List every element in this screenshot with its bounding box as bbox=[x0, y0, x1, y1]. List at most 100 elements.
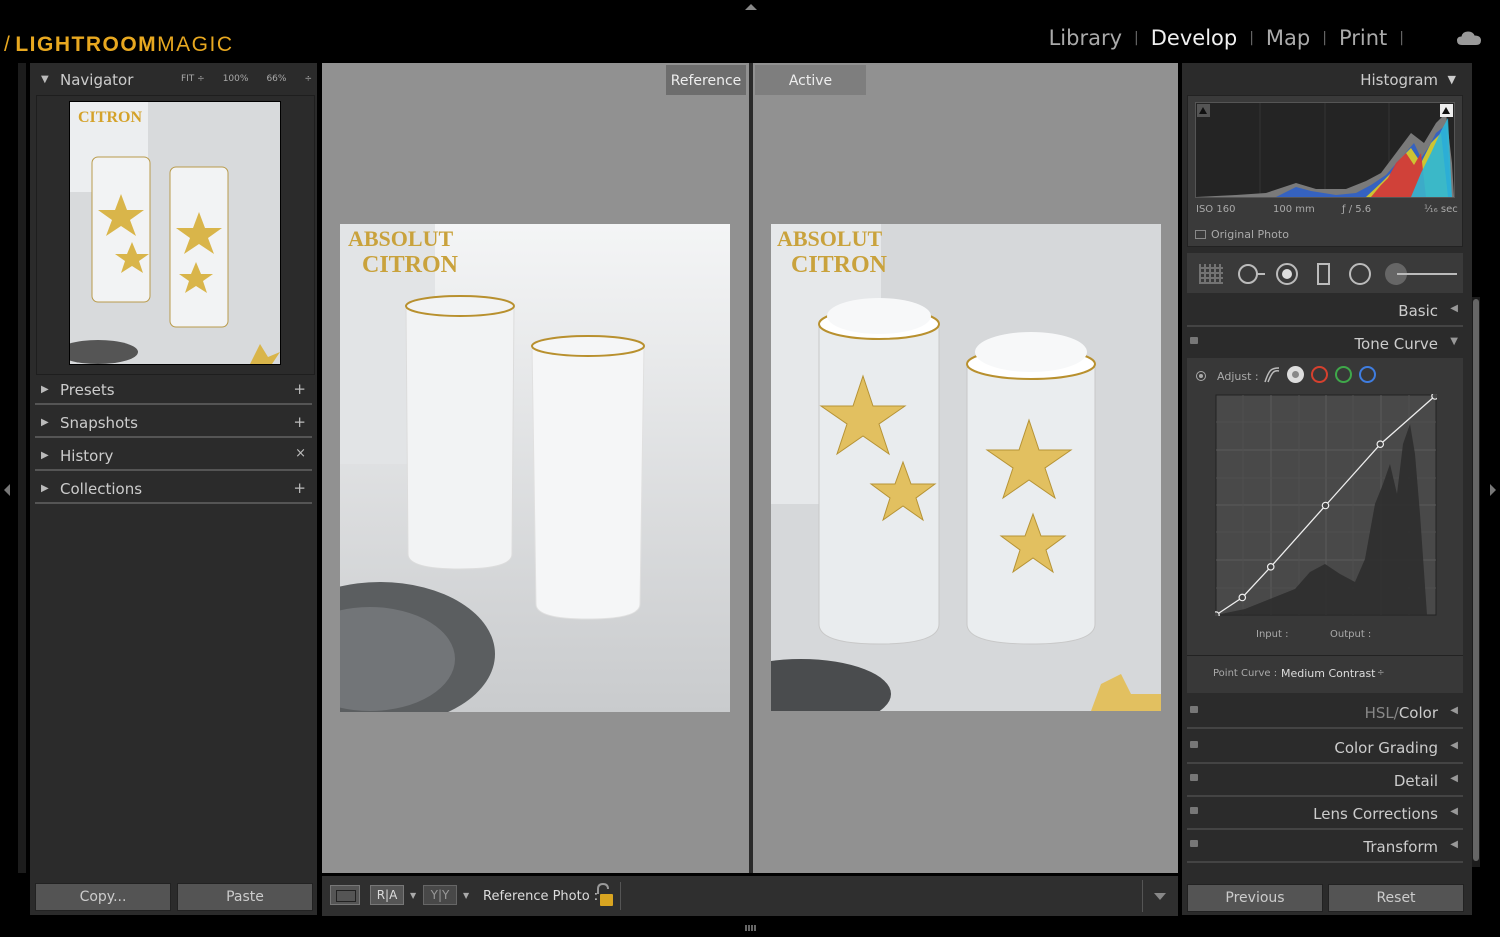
zoom-fit[interactable]: FIT ÷ bbox=[181, 74, 205, 84]
yy-dropdown-icon[interactable]: ▼ bbox=[463, 891, 469, 900]
rgb-channel-icon[interactable] bbox=[1287, 366, 1304, 383]
paste-button[interactable]: Paste bbox=[177, 883, 313, 911]
expand-triangle-icon: ▶ bbox=[41, 417, 49, 428]
panel-color-grading[interactable]: Color Grading ◀ bbox=[1187, 732, 1463, 764]
clear-history-icon[interactable]: × bbox=[295, 446, 306, 461]
add-snapshot-icon[interactable]: + bbox=[293, 413, 306, 431]
loupe-view-icon[interactable] bbox=[330, 885, 360, 905]
toolbar-menu-icon[interactable] bbox=[1154, 893, 1166, 900]
copy-button[interactable]: Copy... bbox=[35, 883, 171, 911]
crop-overlay-icon[interactable] bbox=[1199, 264, 1223, 284]
highlight-clipping-toggle[interactable] bbox=[1440, 104, 1453, 117]
expand-triangle-icon: ▶ bbox=[41, 450, 49, 461]
panel-switch[interactable] bbox=[1190, 840, 1198, 847]
svg-text:ABSOLUT: ABSOLUT bbox=[348, 226, 453, 251]
tone-curve-point[interactable] bbox=[1321, 501, 1330, 510]
tool-strip bbox=[1187, 253, 1463, 293]
tone-curve-point[interactable] bbox=[1376, 440, 1385, 448]
cloud-icon[interactable] bbox=[1456, 30, 1482, 46]
right-panel-scroll-thumb[interactable] bbox=[1473, 299, 1479, 861]
svg-text:ABSOLUT: ABSOLUT bbox=[777, 226, 882, 251]
tone-curve-point[interactable] bbox=[1266, 563, 1275, 571]
reference-photo[interactable]: ABSOLUT CITRON bbox=[340, 224, 730, 712]
panel-history[interactable]: ▶ History × bbox=[35, 441, 312, 471]
radial-filter-icon[interactable] bbox=[1349, 263, 1371, 285]
navigator-zoom-options: FIT ÷ 100% 66% ÷ bbox=[181, 74, 312, 84]
panel-presets[interactable]: ▶ Presets + bbox=[35, 375, 312, 405]
reset-button[interactable]: Reset bbox=[1328, 884, 1464, 912]
blue-channel-icon[interactable] bbox=[1359, 366, 1376, 383]
filmstrip-toggle-icon[interactable] bbox=[745, 925, 757, 931]
panel-basic[interactable]: Basic ◀ bbox=[1187, 295, 1463, 327]
output-label: Output : bbox=[1330, 629, 1372, 640]
tone-curve-point[interactable] bbox=[1215, 611, 1220, 616]
expand-triangle-icon: ◀ bbox=[1450, 806, 1458, 817]
add-preset-icon[interactable]: + bbox=[293, 380, 306, 398]
histogram-graph bbox=[1195, 102, 1455, 198]
panel-switch[interactable] bbox=[1190, 706, 1198, 713]
expand-triangle-icon: ◀ bbox=[1450, 705, 1458, 716]
left-footer: Copy... Paste bbox=[30, 873, 317, 915]
tone-curve-graph[interactable] bbox=[1215, 394, 1437, 616]
before-after-view-button[interactable]: Y|Y bbox=[423, 885, 457, 905]
shutter-value: ¹⁄₁₆ sec bbox=[1424, 204, 1458, 215]
red-eye-icon[interactable] bbox=[1276, 263, 1298, 285]
left-panel-toggle-icon[interactable] bbox=[4, 484, 10, 496]
reference-active-view-button[interactable]: R|A bbox=[370, 885, 404, 905]
top-panel-toggle-icon[interactable] bbox=[745, 4, 757, 10]
masking-icon[interactable] bbox=[1317, 263, 1330, 285]
panel-snapshots[interactable]: ▶ Snapshots + bbox=[35, 408, 312, 438]
expand-triangle-icon: ◀ bbox=[1450, 740, 1458, 751]
original-photo-checkbox[interactable] bbox=[1195, 230, 1206, 239]
previous-button[interactable]: Previous bbox=[1187, 884, 1323, 912]
navigator-preview-image[interactable]: CITRON bbox=[69, 101, 281, 365]
left-scrollbar[interactable] bbox=[18, 63, 26, 873]
panel-detail[interactable]: Detail ◀ bbox=[1187, 765, 1463, 797]
shadow-clipping-toggle[interactable] bbox=[1197, 104, 1210, 117]
module-map[interactable]: Map bbox=[1266, 26, 1310, 50]
panel-switch[interactable] bbox=[1190, 337, 1198, 344]
module-picker: Library | Develop | Map | Print | bbox=[1048, 26, 1404, 50]
ra-dropdown-icon[interactable]: ▼ bbox=[410, 891, 416, 900]
navigator-header[interactable]: ▼ Navigator FIT ÷ 100% 66% ÷ bbox=[35, 65, 312, 95]
point-curve-dropdown-icon[interactable]: ÷ bbox=[1377, 668, 1385, 678]
spot-removal-icon[interactable] bbox=[1238, 264, 1258, 284]
reference-photo-label: Reference Photo : bbox=[483, 889, 599, 904]
zoom-66[interactable]: 66% bbox=[266, 74, 286, 84]
red-channel-icon[interactable] bbox=[1311, 366, 1328, 383]
aperture-value: ƒ / 5.6 bbox=[1342, 204, 1372, 215]
parametric-curve-icon[interactable] bbox=[1263, 366, 1281, 384]
panel-switch[interactable] bbox=[1190, 774, 1198, 781]
module-library[interactable]: Library bbox=[1049, 26, 1122, 50]
panel-collections[interactable]: ▶ Collections + bbox=[35, 474, 312, 504]
reference-photo-art: ABSOLUT CITRON bbox=[340, 224, 730, 712]
right-panel-toggle-icon[interactable] bbox=[1490, 484, 1496, 496]
svg-text:CITRON: CITRON bbox=[791, 252, 888, 278]
reference-label: Reference bbox=[666, 65, 746, 95]
tone-curve-panel: Adjust : Input : Output : Point Curve : … bbox=[1187, 358, 1463, 693]
panel-hsl-color[interactable]: HSL/Color ◀ bbox=[1187, 697, 1463, 729]
module-print[interactable]: Print bbox=[1339, 26, 1387, 50]
expand-triangle-icon: ◀ bbox=[1450, 773, 1458, 784]
active-photo[interactable]: ABSOLUT CITRON bbox=[771, 224, 1161, 711]
input-label: Input : bbox=[1256, 629, 1289, 640]
panel-tone-curve[interactable]: Tone Curve ▼ bbox=[1187, 328, 1463, 360]
zoom-100[interactable]: 100% bbox=[223, 74, 249, 84]
point-curve-select[interactable]: Medium Contrast bbox=[1281, 667, 1375, 680]
tone-curve-point[interactable] bbox=[1431, 394, 1437, 400]
green-channel-icon[interactable] bbox=[1335, 366, 1352, 383]
adjust-label: Adjust : bbox=[1217, 370, 1259, 383]
right-footer: Previous Reset bbox=[1182, 873, 1472, 915]
target-adjust-icon[interactable] bbox=[1196, 371, 1206, 381]
tone-curve-point[interactable] bbox=[1238, 593, 1247, 602]
panel-switch[interactable] bbox=[1190, 807, 1198, 814]
panel-transform[interactable]: Transform ◀ bbox=[1187, 831, 1463, 863]
lock-icon[interactable] bbox=[593, 882, 615, 908]
panel-lens-corrections[interactable]: Lens Corrections ◀ bbox=[1187, 798, 1463, 830]
zoom-more-icon[interactable]: ÷ bbox=[304, 74, 312, 84]
module-develop[interactable]: Develop bbox=[1151, 26, 1237, 50]
panel-switch[interactable] bbox=[1190, 741, 1198, 748]
navigator-thumbnail-art: CITRON bbox=[70, 102, 280, 364]
add-collection-icon[interactable]: + bbox=[293, 479, 306, 497]
histogram-header[interactable]: Histogram ▼ bbox=[1187, 66, 1463, 92]
